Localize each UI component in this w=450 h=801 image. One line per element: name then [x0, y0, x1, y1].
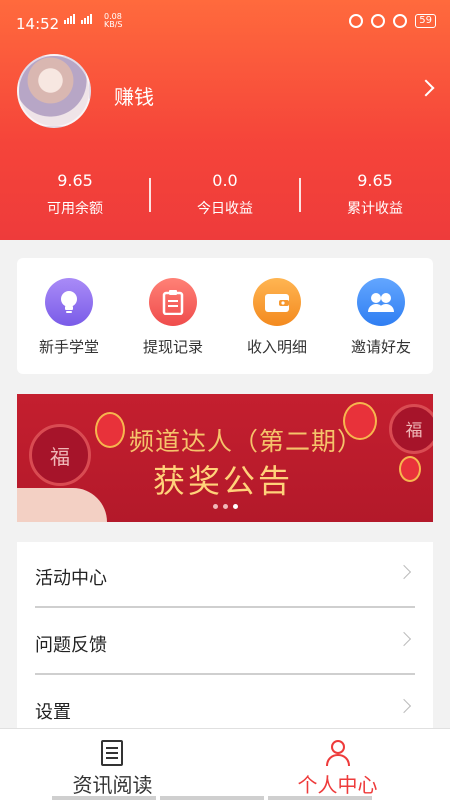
carousel-dot[interactable] [223, 504, 228, 509]
cloud-decoration [17, 488, 107, 522]
tool-label: 邀请好友 [350, 338, 411, 356]
banner-title: 频道达人（第二期） [129, 427, 364, 456]
clipboard-icon [149, 278, 197, 326]
carousel-dots [213, 504, 238, 509]
stat-today[interactable]: 0.0 今日收益 [150, 170, 300, 226]
stat-balance[interactable]: 9.65 可用余额 [0, 170, 150, 226]
menu-item-label: 设置 [35, 702, 71, 723]
divider [35, 673, 415, 675]
username[interactable]: 赚钱 [114, 81, 154, 110]
home-indicator [160, 796, 264, 800]
person-icon [325, 739, 351, 771]
tool-withdraw-records[interactable]: 提现记录 [121, 278, 225, 357]
avatar[interactable] [17, 54, 91, 128]
status-bar: 14:52 0.08 KB/S 59 [0, 0, 450, 48]
stat-total[interactable]: 9.65 累计收益 [300, 170, 450, 226]
stat-value: 0.0 [212, 171, 238, 190]
tab-personal-center[interactable]: 个人中心 [225, 729, 450, 801]
carousel-dot[interactable] [233, 504, 238, 509]
menu-item-label: 活动中心 [35, 568, 107, 589]
stat-value: 9.65 [57, 171, 93, 190]
menu-item-label: 问题反馈 [35, 635, 107, 656]
status-time: 14:52 [16, 15, 60, 33]
stat-label: 累计收益 [347, 201, 403, 217]
tab-label: 资讯阅读 [72, 773, 153, 797]
tool-invite-friends[interactable]: 邀请好友 [329, 278, 433, 357]
chevron-right-icon [396, 564, 412, 580]
menu-item-activity-center[interactable]: 活动中心 [17, 542, 433, 608]
lantern-decoration [399, 456, 421, 482]
fortune-medal: 福 [29, 424, 91, 486]
lock-icon [371, 14, 386, 28]
vibrate-icon [349, 14, 364, 28]
tool-income-details[interactable]: 收入明细 [225, 278, 329, 357]
wallet-icon [253, 278, 301, 326]
lightbulb-icon [45, 278, 93, 326]
tab-news-reading[interactable]: 资讯阅读 [0, 729, 225, 801]
stat-divider [299, 178, 301, 212]
carousel-dot[interactable] [213, 504, 218, 509]
promo-banner[interactable]: 福 福 频道达人（第二期） 获奖公告 [17, 394, 433, 522]
news-icon [100, 739, 124, 771]
chevron-right-icon [396, 698, 412, 714]
stat-value: 9.65 [357, 171, 393, 190]
home-indicator [268, 796, 372, 800]
stat-divider [149, 178, 151, 212]
stat-label: 今日收益 [197, 201, 253, 217]
banner-headline: 获奖公告 [153, 462, 294, 500]
stat-label: 可用余额 [47, 201, 103, 217]
friends-icon [357, 278, 405, 326]
tool-label: 收入明细 [246, 338, 307, 356]
chevron-right-icon [396, 631, 412, 647]
tab-label: 个人中心 [297, 773, 378, 797]
menu-item-feedback[interactable]: 问题反馈 [17, 609, 433, 675]
network-speed: 0.08 KB/S [104, 12, 123, 29]
alarm-icon [393, 14, 408, 28]
tool-label: 新手学堂 [38, 338, 99, 356]
lantern-decoration [95, 412, 125, 448]
divider [35, 606, 415, 608]
home-indicator [52, 796, 156, 800]
tool-label: 提现记录 [142, 338, 203, 356]
signal-icon [64, 14, 92, 24]
battery-indicator: 59 [415, 14, 436, 28]
bottom-tab-bar: 资讯阅读 个人中心 [0, 728, 450, 801]
settings-menu: 活动中心 问题反馈 设置 [17, 542, 433, 742]
earnings-stats: 9.65 可用余额 0.0 今日收益 9.65 累计收益 [0, 170, 450, 226]
fortune-medal: 福 [389, 404, 433, 454]
tool-beginner-school[interactable]: 新手学堂 [17, 278, 121, 357]
tools-card: 新手学堂 提现记录 收入明细 邀请好友 [17, 258, 433, 374]
